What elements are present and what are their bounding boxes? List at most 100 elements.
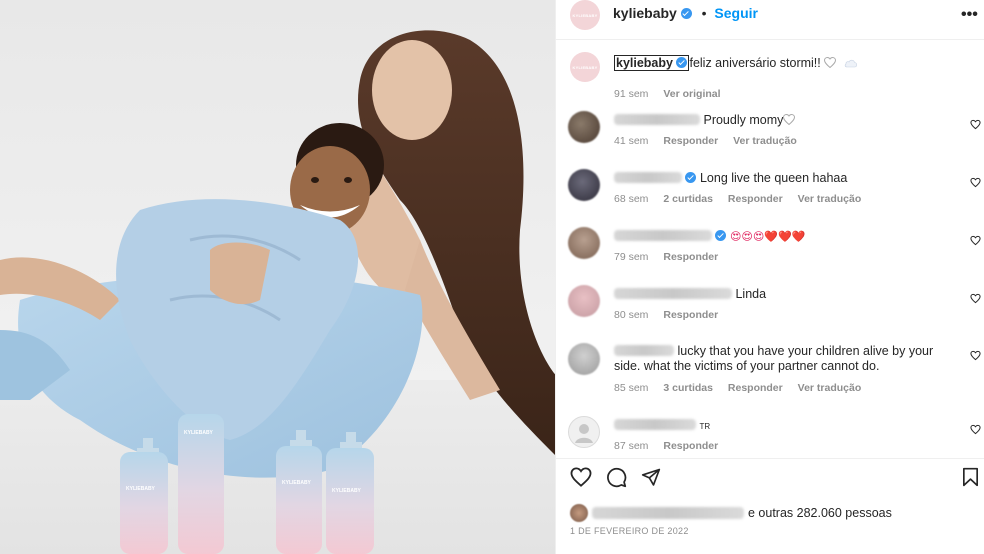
header-user-line: kyliebaby • Seguir — [613, 5, 758, 21]
blurred-username[interactable] — [614, 114, 700, 125]
comment-item: Proudly momy 41 sem Responder Ver traduç… — [556, 109, 984, 159]
caption-meta: 91 sem Ver original — [614, 88, 733, 100]
like-comment-heart-icon[interactable] — [970, 235, 981, 246]
comment-item: lucky that you have your children alive … — [556, 341, 984, 401]
comment-meta: 85 sem 3 curtidas Responder Ver tradução — [614, 382, 873, 394]
reply-button[interactable]: Responder — [728, 193, 783, 205]
follow-button[interactable]: Seguir — [714, 5, 758, 21]
avatar-brand-text: KYLIEBABY — [572, 12, 598, 18]
comment-time[interactable]: 87 sem — [614, 440, 648, 452]
comment-item: 😍😍😍❤️❤️❤️ 79 sem Responder — [556, 225, 984, 275]
verified-icon — [685, 172, 697, 183]
heart-icon[interactable] — [570, 467, 592, 487]
like-comment-heart-icon[interactable] — [970, 424, 981, 435]
see-original-link[interactable]: Ver original — [663, 88, 720, 100]
comment-text: Proudly momy — [703, 113, 784, 127]
verified-icon — [680, 8, 692, 19]
commenter-avatar[interactable] — [568, 111, 600, 143]
separator-dot: • — [701, 5, 707, 21]
post-date[interactable]: 1 DE FEVEREIRO DE 2022 — [570, 526, 689, 536]
action-bar: e outras 282.060 pessoas 1 DE FEVEREIRO … — [556, 458, 984, 554]
commenter-avatar[interactable] — [568, 169, 600, 201]
comment-time[interactable]: 79 sem — [614, 251, 648, 263]
liker-avatar — [570, 504, 588, 522]
commenter-avatar[interactable] — [568, 285, 600, 317]
share-icon[interactable] — [641, 467, 661, 487]
comment-time[interactable]: 80 sem — [614, 309, 648, 321]
reply-button[interactable]: Responder — [663, 135, 718, 147]
comment-text-line: 😍😍😍❤️❤️❤️ — [614, 229, 954, 244]
commenter-avatar[interactable] — [568, 227, 600, 259]
caption-username[interactable]: kyliebaby — [614, 55, 690, 71]
author-username[interactable]: kyliebaby — [613, 5, 677, 21]
like-comment-heart-icon[interactable] — [970, 177, 981, 188]
comment-icon[interactable] — [606, 467, 627, 488]
comment-text: 😍😍😍❤️❤️❤️ — [729, 230, 806, 243]
comment-time[interactable]: 41 sem — [614, 135, 648, 147]
reply-button[interactable]: Responder — [663, 251, 718, 263]
verified-icon — [676, 57, 688, 68]
default-avatar-icon — [575, 424, 593, 443]
post-panel: KYLIEBABY kyliebaby • Seguir ••• KYLIEBA… — [555, 0, 984, 554]
comment-text-line: Linda — [614, 287, 954, 302]
comment-likes[interactable]: 3 curtidas — [663, 382, 713, 394]
comment-text-line: Proudly momy — [614, 113, 954, 128]
caption-text-line: kyliebaby feliz aniversário stormi!! — [614, 55, 954, 71]
comment-text-line: TR — [614, 418, 954, 434]
comment-text: TR — [699, 422, 711, 431]
comment-likes[interactable]: 2 curtidas — [663, 193, 713, 205]
comment-meta: 80 sem Responder — [614, 309, 730, 321]
translate-link[interactable]: Ver tradução — [798, 382, 862, 394]
like-comment-heart-icon[interactable] — [970, 293, 981, 304]
comment-text-line: Long live the queen hahaa — [614, 171, 954, 186]
post-header: KYLIEBABY kyliebaby • Seguir ••• — [556, 0, 984, 40]
avatar-brand-text: KYLIEBABY — [572, 64, 598, 70]
likes-summary[interactable]: e outras 282.060 pessoas — [570, 504, 892, 522]
cloud-emoji — [844, 59, 857, 68]
comment-text-line: lucky that you have your children alive … — [614, 344, 944, 374]
verified-icon — [715, 230, 727, 241]
blurred-username[interactable] — [614, 288, 732, 299]
reply-button[interactable]: Responder — [663, 440, 718, 452]
bottle-label: KYLIEBABY — [126, 486, 155, 492]
post-photo[interactable]: KYLIEBABY KYLIEBABY KYLIEBABY KYLIEBABY — [0, 0, 555, 554]
translate-link[interactable]: Ver tradução — [798, 193, 862, 205]
bottle-label: KYLIEBABY — [332, 488, 361, 494]
author-avatar[interactable]: KYLIEBABY — [570, 0, 600, 30]
commenter-avatar[interactable] — [568, 343, 600, 375]
comment-item: TR 87 sem Responder — [556, 414, 984, 458]
bottle-label: KYLIEBABY — [184, 430, 213, 436]
comment-time[interactable]: 68 sem — [614, 193, 648, 205]
translate-link[interactable]: Ver tradução — [733, 135, 797, 147]
reply-button[interactable]: Responder — [663, 309, 718, 321]
comment-meta: 79 sem Responder — [614, 251, 730, 263]
caption-time[interactable]: 91 sem — [614, 88, 648, 100]
caption-avatar[interactable]: KYLIEBABY — [570, 52, 600, 82]
bookmark-icon[interactable] — [962, 467, 979, 487]
blurred-username[interactable] — [614, 230, 712, 241]
comment-item: Long live the queen hahaa 68 sem 2 curti… — [556, 167, 984, 217]
caption: KYLIEBABY kyliebaby feliz aniversário st… — [556, 50, 984, 100]
comment-time[interactable]: 85 sem — [614, 382, 648, 394]
caption-text: feliz aniversário stormi!! — [689, 56, 825, 70]
post-image — [0, 30, 555, 554]
bottle-label: KYLIEBABY — [282, 480, 311, 486]
comment-meta: 87 sem Responder — [614, 440, 730, 452]
comments-list[interactable]: KYLIEBABY kyliebaby feliz aniversário st… — [556, 40, 984, 458]
blurred-liker-name[interactable] — [592, 507, 744, 519]
comment-item: Linda 80 sem Responder — [556, 283, 984, 333]
like-comment-heart-icon[interactable] — [970, 119, 981, 130]
likes-count-text: e outras 282.060 pessoas — [748, 506, 892, 520]
white-heart-emoji — [824, 56, 837, 69]
reply-button[interactable]: Responder — [728, 382, 783, 394]
comment-meta: 68 sem 2 curtidas Responder Ver tradução — [614, 193, 873, 205]
commenter-avatar[interactable] — [568, 416, 600, 448]
more-icon[interactable]: ••• — [961, 6, 978, 24]
comment-text: Long live the queen hahaa — [699, 171, 848, 185]
white-heart-emoji — [783, 113, 796, 126]
like-comment-heart-icon[interactable] — [970, 350, 981, 361]
blurred-username[interactable] — [614, 172, 682, 183]
blurred-username[interactable] — [614, 419, 696, 430]
comment-meta: 41 sem Responder Ver tradução — [614, 135, 809, 147]
blurred-username[interactable] — [614, 345, 674, 356]
